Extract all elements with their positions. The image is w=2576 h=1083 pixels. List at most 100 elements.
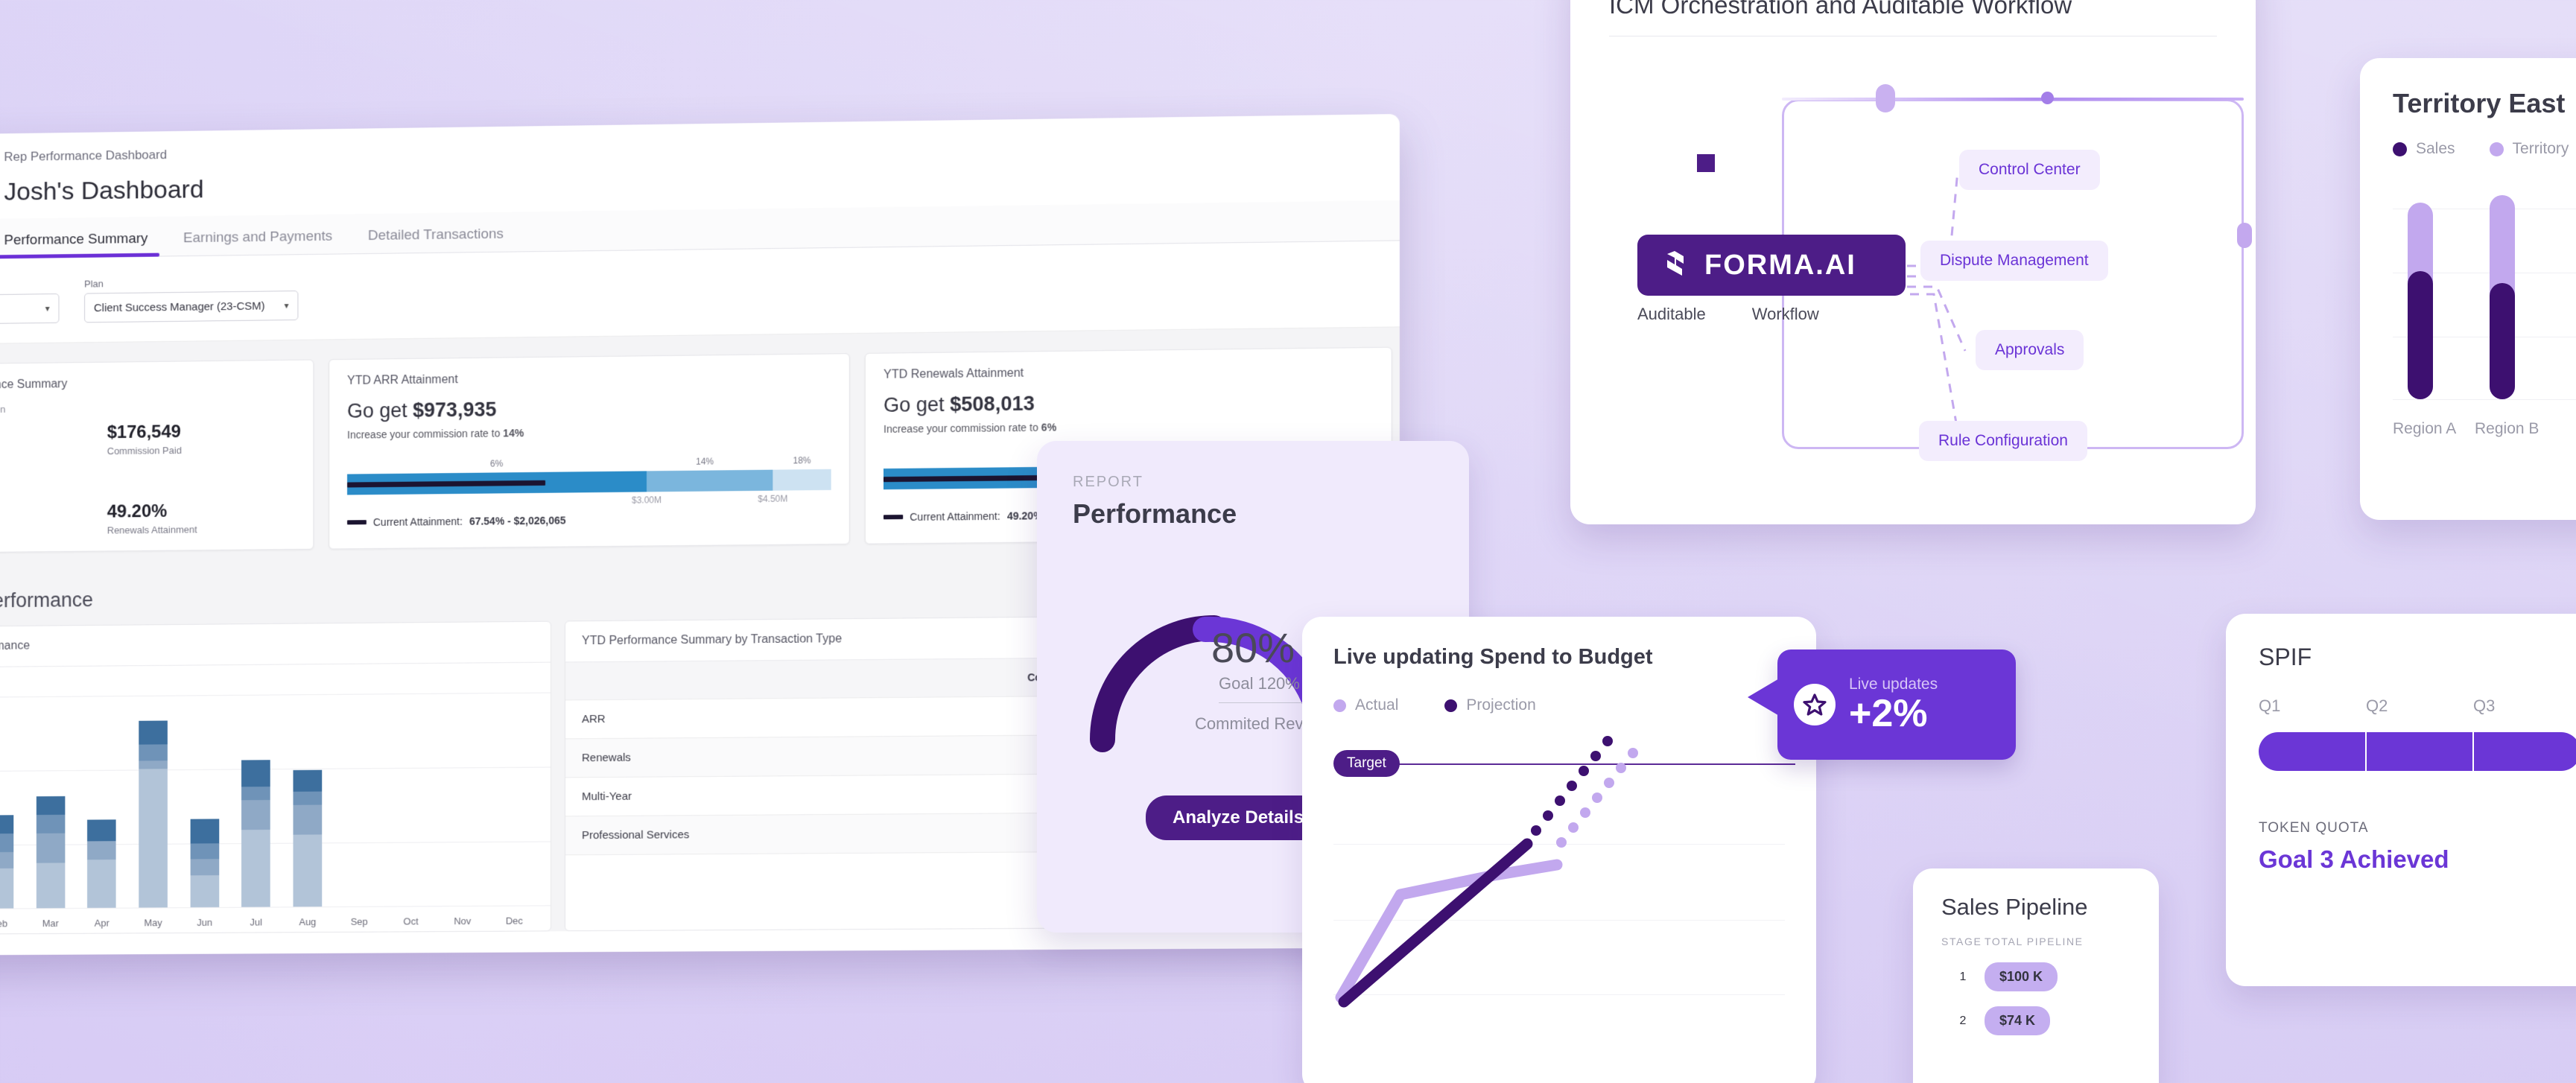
filter-group-first: ▾ bbox=[0, 290, 60, 325]
gauge-goal: Goal 120% bbox=[1219, 674, 1300, 693]
bar-segment bbox=[241, 760, 271, 787]
forma-wordmark: FORMA.AI bbox=[1704, 249, 1856, 281]
filter-label-first bbox=[0, 290, 59, 292]
arr-increase-rate: 14% bbox=[503, 427, 524, 439]
filter-group-plan: Plan Client Success Manager (23-CSM) ▾ bbox=[84, 276, 299, 323]
bar-segment bbox=[293, 770, 323, 793]
forma-logo-icon bbox=[1667, 251, 1684, 276]
legend-item-actual: Actual bbox=[1333, 696, 1398, 714]
bar-segment bbox=[87, 841, 116, 860]
bar-column bbox=[282, 770, 333, 907]
sales-pipeline-card: Sales Pipeline STAGE TOTAL PIPELINE 1 $10… bbox=[1913, 868, 2159, 1083]
cell-transaction-type: Multi-Year bbox=[565, 775, 870, 816]
filter-select-first[interactable]: ▾ bbox=[0, 293, 60, 325]
arr-legend-prefix: Current Attainment: bbox=[372, 515, 463, 529]
x-label-region-a: Region A bbox=[2393, 420, 2457, 437]
bar-stack bbox=[139, 720, 168, 908]
node-rule-configuration[interactable]: Rule Configuration bbox=[1919, 421, 2087, 461]
arr-headline: Go get $973,935 bbox=[347, 395, 831, 423]
bar-segment bbox=[36, 795, 66, 816]
arr-tier-label-2: 14% bbox=[696, 456, 714, 467]
spif-quarter-labels: Q1 Q2 Q3 bbox=[2259, 696, 2576, 716]
x-axis-label: Mar bbox=[42, 918, 59, 930]
pipeline-total-pill: $74 K bbox=[1985, 1006, 2051, 1035]
cell-transaction-type: Professional Services bbox=[565, 814, 870, 855]
legend-dot-icon bbox=[1444, 699, 1458, 712]
renewals-headline-amount: $508,013 bbox=[950, 392, 1035, 416]
legend-dot-icon bbox=[1333, 699, 1346, 712]
monthly-performance-panel: Monthly Performance JanFebMarAprMayJunJu… bbox=[0, 620, 552, 936]
bar-column bbox=[179, 819, 230, 908]
bar-segment bbox=[0, 868, 14, 909]
filter-select-plan[interactable]: Client Success Manager (23-CSM) ▾ bbox=[84, 290, 299, 323]
card-title: YTD Performance Summary bbox=[0, 378, 68, 392]
panel-title: Monthly Performance bbox=[0, 621, 551, 668]
bar-column bbox=[0, 815, 25, 909]
x-axis-labels: JanFebMarAprMayJunJulAugSepOctNovDec bbox=[0, 915, 540, 930]
bar-stack bbox=[36, 795, 66, 909]
token-quota-label: TOKEN QUOTA bbox=[2259, 820, 2369, 836]
spif-card: SPIF Q1 Q2 Q3 TOKEN QUOTA Goal 3 Achieve… bbox=[2226, 614, 2576, 986]
pipeline-row: 1 $100 K bbox=[1941, 962, 2131, 991]
bar-segment bbox=[139, 720, 168, 746]
ytd-performance-summary-card: YTD Performance Summary Earned Commissio… bbox=[0, 359, 314, 553]
spif-progress-bar bbox=[2259, 732, 2576, 771]
spend-lines bbox=[1335, 736, 1638, 1008]
bar-segment bbox=[190, 874, 219, 908]
tab-performance-summary[interactable]: Performance Summary bbox=[4, 231, 167, 258]
arr-legend: Current Attainment: 67.54% - $2,026,065 bbox=[347, 512, 831, 528]
bar-segment bbox=[139, 744, 168, 761]
gauge-value: 80% bbox=[1211, 624, 1295, 671]
legend-label-sales: Sales bbox=[2416, 140, 2455, 157]
pipeline-total-pill: $100 K bbox=[1985, 962, 2058, 991]
bar-column bbox=[25, 795, 76, 909]
arr-tier-segment-2 bbox=[647, 469, 773, 492]
bar-sales bbox=[2408, 271, 2433, 399]
tab-earnings-and-payments[interactable]: Earnings and Payments bbox=[183, 228, 352, 255]
arr-tier-label-3: 18% bbox=[793, 455, 811, 466]
bar-segment bbox=[36, 814, 66, 834]
cell-transaction-type: ARR bbox=[565, 697, 870, 739]
bar-column bbox=[230, 760, 282, 907]
x-axis-label: Jun bbox=[197, 916, 213, 928]
arr-attainment-value: 67.54% bbox=[0, 502, 107, 524]
legend-item-sales: Sales bbox=[2393, 140, 2455, 158]
territory-legend: Sales Territory bbox=[2393, 140, 2576, 158]
x-axis-label: Oct bbox=[403, 915, 419, 927]
x-label-region-b: Region B bbox=[2475, 420, 2539, 437]
divider bbox=[1219, 702, 1308, 703]
node-approvals[interactable]: Approvals bbox=[1976, 330, 2084, 370]
report-title: Performance bbox=[1073, 498, 1237, 529]
bar-segment bbox=[293, 834, 323, 907]
tab-detailed-transactions[interactable]: Detailed Transactions bbox=[368, 226, 523, 253]
ring-node-small-icon bbox=[2041, 92, 2054, 104]
pipeline-stage: 1 bbox=[1959, 970, 1967, 983]
territory-x-axis: Region A Region B bbox=[2393, 420, 2576, 438]
bar-stack bbox=[0, 815, 14, 909]
node-dispute-management[interactable]: Dispute Management bbox=[1920, 241, 2108, 281]
forma-ai-logo-chip: FORMA.AI bbox=[1637, 235, 1906, 296]
arr-tier-bar: 6% 14% 18% $3.00M $4.50M bbox=[347, 455, 831, 506]
arr-tier-segment-3 bbox=[773, 469, 831, 491]
node-control-center[interactable]: Control Center bbox=[1959, 150, 2100, 190]
x-axis-label: Sep bbox=[350, 915, 368, 927]
bar-stack bbox=[87, 819, 116, 908]
spif-title: SPIF bbox=[2259, 644, 2312, 670]
commission-paid-value: $176,549 bbox=[107, 422, 181, 443]
arr-increase-note: Increase your commission rate to 14% bbox=[347, 424, 831, 441]
arr-headline-amount: $973,935 bbox=[413, 398, 497, 422]
chevron-down-icon: ▾ bbox=[284, 300, 289, 311]
bar-column bbox=[76, 819, 127, 908]
bar-segment bbox=[0, 815, 14, 834]
icm-orchestration-card: ICM Orchestration and Auditable Workflow… bbox=[1570, 0, 2256, 524]
bar-segment bbox=[36, 863, 66, 909]
spif-label-q3: Q3 bbox=[2473, 696, 2496, 715]
bar-segment bbox=[0, 833, 14, 853]
pipeline-column-total: TOTAL PIPELINE bbox=[1985, 936, 2084, 947]
bar-segment bbox=[190, 842, 219, 860]
x-axis-label: May bbox=[144, 917, 162, 929]
percent-achieved-label: Percent Achieved bbox=[0, 482, 107, 495]
renewals-increase-note: Increase your commission rate to 6% bbox=[883, 418, 1373, 435]
earned-commission-label: Earned Commission bbox=[0, 403, 6, 416]
renewals-headline: Go get $508,013 bbox=[883, 388, 1373, 416]
